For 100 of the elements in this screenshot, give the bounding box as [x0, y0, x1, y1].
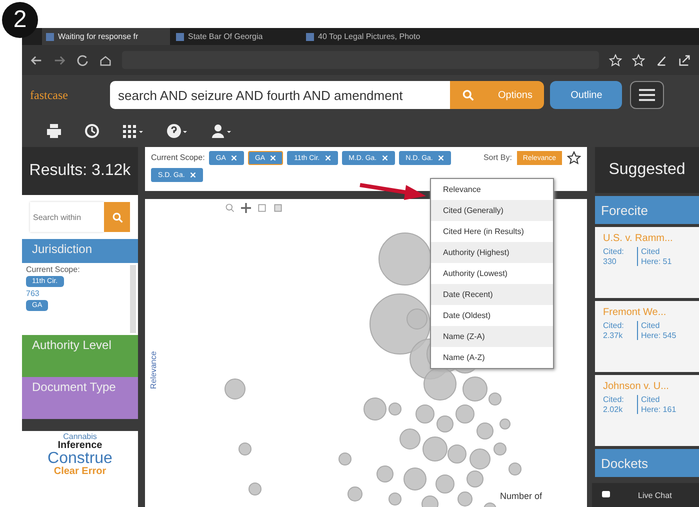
case-title[interactable]: Johnson v. U...	[603, 381, 691, 392]
bubble[interactable]	[494, 442, 506, 456]
print-icon[interactable]	[46, 123, 62, 139]
dockets-header[interactable]: Dockets	[595, 449, 699, 477]
sort-option[interactable]: Authority (Lowest)	[431, 263, 553, 284]
bubble[interactable]	[436, 416, 454, 432]
sort-option[interactable]: Date (Recent)	[431, 284, 553, 305]
bubble[interactable]	[416, 404, 434, 424]
bubble[interactable]	[436, 474, 454, 494]
bubble[interactable]	[422, 496, 438, 507]
sort-option[interactable]: Date (Oldest)	[431, 305, 553, 326]
word-cloud-term[interactable]: Construe	[48, 451, 112, 467]
bubble[interactable]	[458, 492, 472, 506]
bubble[interactable]	[422, 436, 448, 462]
filter-section-header[interactable]: Authority Level	[22, 335, 138, 377]
apps-grid-icon[interactable]	[122, 123, 144, 139]
star-icon[interactable]	[567, 151, 581, 165]
bubble[interactable]	[248, 482, 262, 496]
bubble[interactable]	[470, 448, 490, 470]
bubble[interactable]	[488, 392, 502, 406]
search-within-field[interactable]: Search within	[30, 202, 104, 232]
word-cloud-term[interactable]: Clear Error	[54, 467, 106, 477]
search-within-button[interactable]	[104, 202, 130, 232]
live-chat-button[interactable]: Live Chat	[592, 483, 699, 507]
help-icon[interactable]	[166, 123, 188, 139]
case-title[interactable]: U.S. v. Ramm...	[603, 233, 691, 244]
history-icon[interactable]	[84, 123, 100, 139]
sort-label: Sort By:	[483, 152, 512, 164]
close-icon[interactable]	[270, 155, 276, 161]
zoom-icon[interactable]	[225, 203, 235, 213]
collapse-handle[interactable]	[587, 147, 595, 507]
close-icon[interactable]	[382, 155, 388, 161]
step-number-badge: 2	[2, 2, 38, 38]
menu-button[interactable]	[630, 81, 664, 109]
bubble[interactable]	[462, 376, 488, 402]
bubble[interactable]	[378, 232, 432, 286]
case-card[interactable]: U.S. v. Ramm... Cited: 330 Cited Here: 51	[595, 227, 699, 298]
close-icon[interactable]	[230, 155, 237, 161]
forward-arrow-icon[interactable]	[53, 54, 66, 66]
bubble[interactable]	[508, 462, 522, 476]
bubble[interactable]	[424, 368, 456, 400]
collapse-handle[interactable]	[138, 147, 145, 507]
browser-tab[interactable]: Waiting for response fr	[42, 28, 170, 45]
bubble[interactable]	[388, 492, 402, 506]
browser-tab[interactable]: 40 Top Legal Pictures, Photo	[302, 28, 430, 45]
bubble[interactable]	[500, 418, 510, 430]
pen-icon[interactable]	[655, 54, 668, 66]
sort-option[interactable]: Cited (Generally)	[431, 200, 553, 221]
home-icon[interactable]	[99, 54, 112, 66]
case-title[interactable]: Fremont We...	[603, 307, 691, 318]
outline-button[interactable]: Outline	[550, 81, 622, 109]
search-button[interactable]	[450, 81, 486, 109]
favorites-icon[interactable]	[632, 54, 645, 66]
bubble[interactable]	[466, 470, 484, 488]
close-icon[interactable]	[438, 155, 444, 161]
chat-icon	[602, 491, 610, 499]
sort-option[interactable]: Authority (Highest)	[431, 242, 553, 263]
share-icon[interactable]	[678, 54, 691, 66]
word-cloud-term[interactable]: Inference	[58, 441, 102, 451]
sort-option[interactable]: Name (Z-A)	[431, 326, 553, 347]
select-box-icon[interactable]	[257, 203, 267, 213]
scope-label: Current Scope:	[26, 265, 80, 274]
filter-section-header[interactable]: Document Type	[22, 377, 138, 419]
bubble[interactable]	[238, 442, 252, 456]
back-arrow-icon[interactable]	[30, 54, 43, 66]
bubble[interactable]	[364, 398, 386, 420]
bubble[interactable]	[484, 502, 496, 507]
case-card[interactable]: Johnson v. U... Cited: 2.02k Cited Here: 161	[595, 375, 699, 446]
bubble[interactable]	[348, 486, 362, 502]
logo[interactable]: fastcase	[30, 88, 110, 102]
close-icon[interactable]	[190, 172, 196, 178]
case-card[interactable]: Fremont We... Cited: 2.37k Cited Here: 545	[595, 301, 699, 372]
bubble[interactable]	[338, 452, 352, 466]
pan-icon[interactable]	[241, 203, 251, 213]
bubble[interactable]	[376, 466, 394, 482]
bubble[interactable]	[388, 402, 402, 416]
bubble[interactable]	[476, 422, 494, 440]
sort-option[interactable]: Relevance	[431, 179, 553, 200]
cited-count: Cited: 2.02k	[603, 395, 625, 414]
lasso-icon[interactable]	[273, 203, 283, 213]
forecite-header[interactable]: Forecite	[595, 196, 699, 224]
sort-option[interactable]: Cited Here (in Results)	[431, 221, 553, 242]
refresh-icon[interactable]	[76, 54, 89, 66]
user-icon[interactable]	[210, 123, 232, 139]
filter-section-header[interactable]: Jurisdiction	[22, 239, 138, 263]
bubble[interactable]	[456, 404, 474, 424]
search-field[interactable]: search AND seizure AND fourth AND amendment	[110, 81, 450, 109]
sort-option[interactable]: Name (A-Z)	[431, 347, 553, 368]
results-count-header: Results: 3.12k	[22, 147, 138, 195]
close-icon[interactable]	[324, 155, 331, 161]
y-axis-label: Relevance	[149, 351, 158, 389]
bubble[interactable]	[224, 378, 246, 400]
browser-tab[interactable]: State Bar Of Georgia	[172, 28, 300, 45]
options-button[interactable]: Options	[486, 81, 544, 109]
word-cloud-term[interactable]: Cannabis	[63, 433, 97, 441]
scrollbar[interactable]	[130, 265, 136, 333]
cited-here-count: Cited Here: 161	[637, 395, 681, 414]
bubble[interactable]	[400, 428, 420, 450]
bubble[interactable]	[448, 444, 466, 464]
bubble[interactable]	[404, 468, 426, 490]
